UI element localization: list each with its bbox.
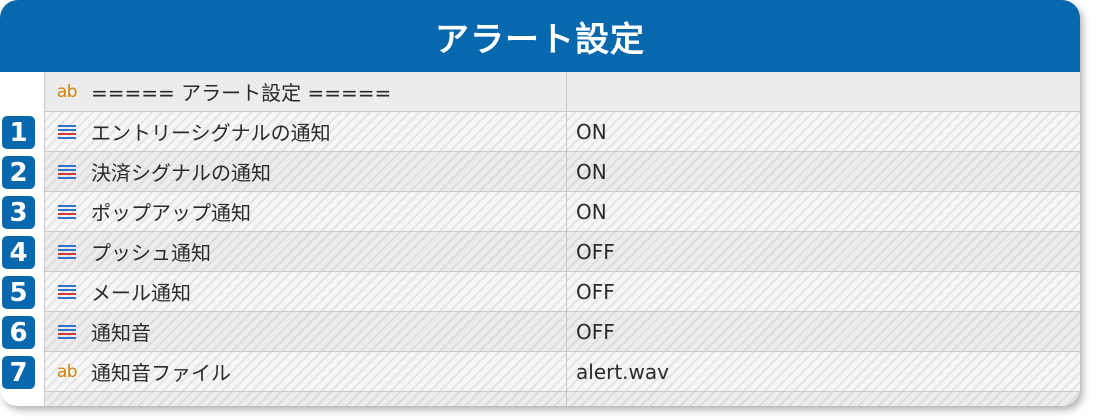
param-label: エントリーシグナルの通知 xyxy=(91,121,331,145)
param-value-cell[interactable] xyxy=(566,72,1080,112)
param-label: プッシュ通知 xyxy=(91,241,211,265)
row-number-badge: 6 xyxy=(2,316,35,349)
param-name-cell xyxy=(44,392,566,406)
param-name-cell: 決済シグナルの通知 xyxy=(44,152,566,192)
panel-header: アラート設定 xyxy=(0,0,1080,72)
ab-string-icon: ab xyxy=(56,361,78,382)
row-number-badge: 2 xyxy=(2,156,35,189)
param-name-cell: エントリーシグナルの通知 xyxy=(44,112,566,152)
enum-list-icon xyxy=(55,243,79,261)
enum-list-icon xyxy=(55,163,79,181)
row-number-cell: 7 xyxy=(0,352,44,392)
param-name-cell: プッシュ通知 xyxy=(44,232,566,272)
row-number-badge: 3 xyxy=(2,196,35,229)
row-number-cell: 6 xyxy=(0,312,44,352)
table-row[interactable]: 4 プッシュ通知 OFF xyxy=(0,232,1080,272)
ab-string-icon: ab xyxy=(56,81,78,102)
param-value-cell[interactable]: OFF xyxy=(566,272,1080,312)
param-value-cell[interactable]: alert.wav xyxy=(566,352,1080,392)
param-label: ===== アラート設定 ===== xyxy=(91,81,392,105)
param-value: ON xyxy=(576,159,607,184)
param-name-cell: ab 通知音ファイル xyxy=(44,352,566,392)
param-value-cell[interactable]: ON xyxy=(566,192,1080,232)
row-number-cell xyxy=(0,72,44,112)
table-row-partial xyxy=(0,392,1080,406)
param-value: ON xyxy=(576,119,607,144)
table-row[interactable]: 6 通知音 OFF xyxy=(0,312,1080,352)
param-value-cell[interactable]: OFF xyxy=(566,312,1080,352)
param-value-cell[interactable]: ON xyxy=(566,112,1080,152)
param-value: OFF xyxy=(576,319,615,344)
param-value: alert.wav xyxy=(576,359,669,384)
param-value: ON xyxy=(576,199,607,224)
alert-settings-panel: アラート設定 ab ===== アラート設定 ===== 1 エントリーシグナル xyxy=(0,0,1080,406)
param-label: 決済シグナルの通知 xyxy=(91,161,271,185)
panel-title: アラート設定 xyxy=(435,19,645,60)
param-value: OFF xyxy=(576,279,615,304)
param-label: メール通知 xyxy=(91,281,191,305)
row-number-badge: 4 xyxy=(2,236,35,269)
row-number-badge: 1 xyxy=(2,116,35,149)
row-number-badge: 5 xyxy=(2,276,35,309)
param-value-cell xyxy=(566,392,1080,406)
param-value-cell[interactable]: ON xyxy=(566,152,1080,192)
param-value: OFF xyxy=(576,239,615,264)
row-number-cell: 5 xyxy=(0,272,44,312)
param-label: ポップアップ通知 xyxy=(91,201,251,225)
param-name-cell: メール通知 xyxy=(44,272,566,312)
row-number-cell: 3 xyxy=(0,192,44,232)
enum-list-icon xyxy=(55,283,79,301)
param-name-cell: ポップアップ通知 xyxy=(44,192,566,232)
row-number-cell: 2 xyxy=(0,152,44,192)
row-number-cell: 4 xyxy=(0,232,44,272)
table-row[interactable]: 3 ポップアップ通知 ON xyxy=(0,192,1080,232)
param-label: 通知音 xyxy=(91,321,151,345)
table-row-section[interactable]: ab ===== アラート設定 ===== xyxy=(0,72,1080,112)
enum-list-icon xyxy=(55,123,79,141)
row-number-cell xyxy=(0,392,44,406)
table-row[interactable]: 7 ab 通知音ファイル alert.wav xyxy=(0,352,1080,392)
param-value-cell[interactable]: OFF xyxy=(566,232,1080,272)
table-row[interactable]: 5 メール通知 OFF xyxy=(0,272,1080,312)
enum-list-icon xyxy=(55,203,79,221)
row-number-badge: 7 xyxy=(2,356,35,389)
param-name-cell: ab ===== アラート設定 ===== xyxy=(44,72,566,112)
param-label: 通知音ファイル xyxy=(91,361,231,385)
settings-table: ab ===== アラート設定 ===== 1 エントリーシグナルの通知 ON xyxy=(0,72,1080,406)
table-row[interactable]: 2 決済シグナルの通知 ON xyxy=(0,152,1080,192)
row-number-cell: 1 xyxy=(0,112,44,152)
enum-list-icon xyxy=(55,323,79,341)
table-row[interactable]: 1 エントリーシグナルの通知 ON xyxy=(0,112,1080,152)
param-name-cell: 通知音 xyxy=(44,312,566,352)
